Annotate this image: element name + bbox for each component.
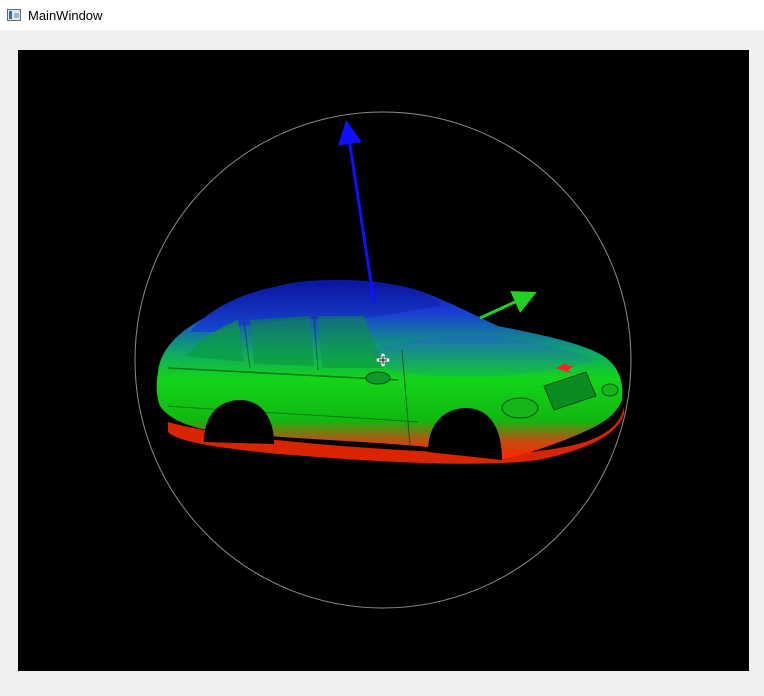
car-model bbox=[156, 280, 624, 464]
3d-render-viewport[interactable] bbox=[18, 50, 749, 671]
y-axis-arrow[interactable] bbox=[479, 291, 537, 320]
z-axis-arrow[interactable] bbox=[337, 120, 376, 303]
title-bar[interactable]: MainWindow bbox=[0, 0, 764, 30]
app-window-icon bbox=[7, 9, 21, 21]
window-title: MainWindow bbox=[28, 7, 103, 23]
render-canvas[interactable] bbox=[18, 50, 749, 671]
